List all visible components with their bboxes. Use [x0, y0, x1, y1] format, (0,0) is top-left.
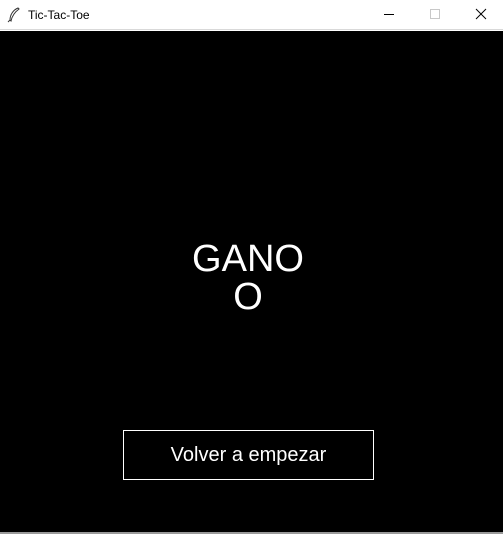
- game-result-text: GANO O: [0, 240, 496, 316]
- window-title: Tic-Tac-Toe: [28, 8, 90, 22]
- restart-button[interactable]: Volver a empezar: [123, 430, 374, 480]
- maximize-button[interactable]: [411, 0, 457, 30]
- game-canvas: GANO O Volver a empezar: [0, 31, 503, 532]
- app-window: Tic-Tac-Toe GANO O Volver a empezar: [0, 0, 503, 534]
- feather-icon: [7, 7, 21, 23]
- close-button[interactable]: [457, 0, 503, 30]
- minimize-button[interactable]: [365, 0, 411, 30]
- result-line-1: GANO: [192, 238, 304, 280]
- result-line-2: O: [233, 276, 263, 318]
- title-bar[interactable]: Tic-Tac-Toe: [0, 0, 503, 30]
